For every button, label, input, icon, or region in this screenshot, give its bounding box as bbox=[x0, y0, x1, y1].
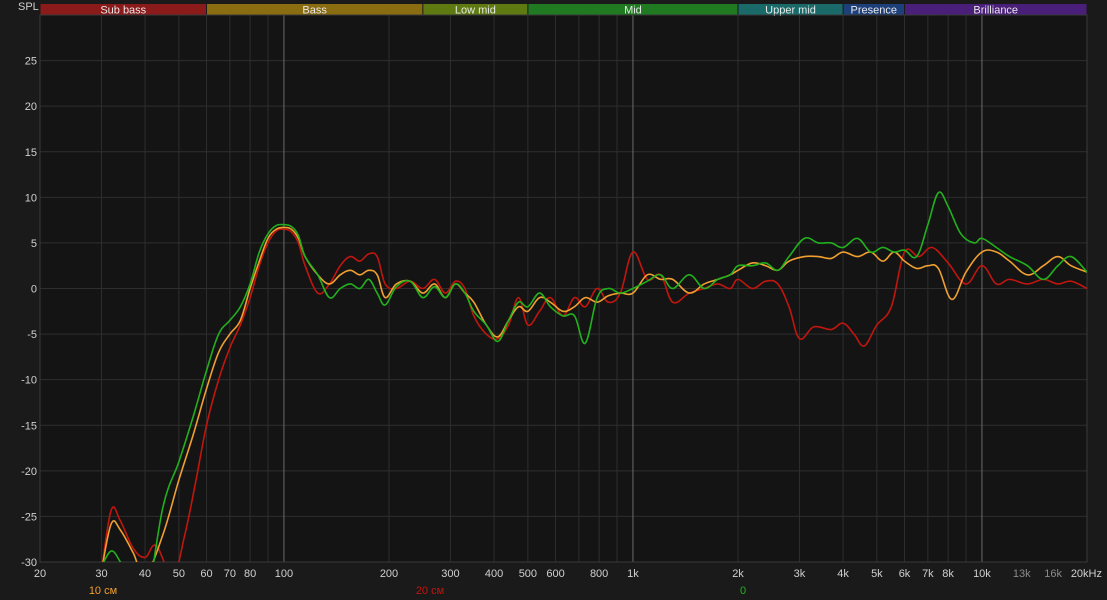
x-tick-label: 60 bbox=[200, 568, 212, 580]
x-tick-label: 2k bbox=[732, 568, 744, 580]
x-tick-label: 200 bbox=[380, 568, 398, 580]
y-tick-label: -10 bbox=[21, 375, 37, 387]
y-tick-label: -5 bbox=[27, 329, 37, 341]
x-tick-label: 300 bbox=[441, 568, 459, 580]
x-tick-label: 30 bbox=[95, 568, 107, 580]
x-tick-label: 6k bbox=[899, 568, 911, 580]
legend-entry: 20 см bbox=[416, 585, 444, 597]
x-tick-label: 5k bbox=[871, 568, 883, 580]
x-tick-label: 1k bbox=[627, 568, 639, 580]
x-tick-label: 4k bbox=[837, 568, 849, 580]
y-tick-label: 20 bbox=[25, 101, 37, 113]
frequency-response-chart: Sub bass Bass Low mid Mid Upper mid Presence B… bbox=[0, 0, 1107, 600]
y-axis-label: SPL bbox=[18, 1, 39, 13]
legend-entry: 0 bbox=[740, 585, 746, 597]
y-tick-label: 25 bbox=[25, 56, 37, 68]
x-tick-label: 80 bbox=[244, 568, 256, 580]
x-tick-label: 20kHz bbox=[1071, 568, 1102, 580]
x-tick-label: 7k bbox=[922, 568, 934, 580]
x-tick-label: 800 bbox=[590, 568, 608, 580]
x-tick-label: 20 bbox=[34, 568, 46, 580]
x-tick-label: 100 bbox=[275, 568, 293, 580]
x-tick-label: 50 bbox=[173, 568, 185, 580]
x-tick-label: 13k bbox=[1013, 568, 1031, 580]
x-tick-label: 40 bbox=[139, 568, 151, 580]
x-tick-label: 8k bbox=[942, 568, 954, 580]
y-tick-label: 15 bbox=[25, 147, 37, 159]
legend-entry: 10 см bbox=[89, 585, 117, 597]
x-tick-label: 10k bbox=[973, 568, 991, 580]
x-tick-label: 500 bbox=[519, 568, 537, 580]
x-tick-label: 3k bbox=[794, 568, 806, 580]
y-tick-label: -20 bbox=[21, 466, 37, 478]
x-tick-label: 600 bbox=[546, 568, 564, 580]
y-tick-label: -25 bbox=[21, 511, 37, 523]
x-tick-label: 16k bbox=[1044, 568, 1062, 580]
y-tick-label: 0 bbox=[31, 284, 37, 296]
y-tick-label: 10 bbox=[25, 192, 37, 204]
x-tick-label: 70 bbox=[224, 568, 236, 580]
y-tick-label: -15 bbox=[21, 420, 37, 432]
x-tick-label: 400 bbox=[485, 568, 503, 580]
y-tick-label: 5 bbox=[31, 238, 37, 250]
